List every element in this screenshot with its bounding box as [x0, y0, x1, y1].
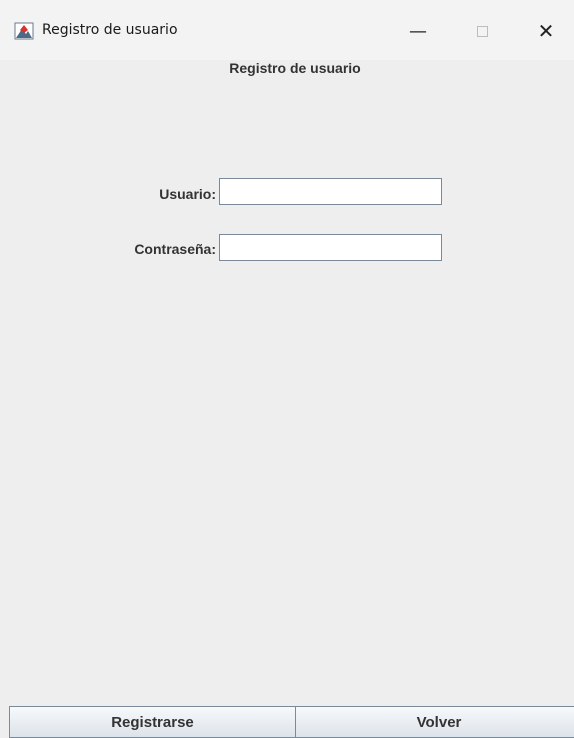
minimize-icon: —: [409, 20, 427, 42]
minimize-button[interactable]: —: [395, 14, 441, 48]
page-title: Registro de usuario: [229, 60, 361, 76]
maximize-icon: [476, 25, 488, 37]
close-icon: ✕: [537, 19, 555, 43]
java-app-icon: [14, 22, 34, 40]
app-window: Registro de usuario — ✕ Registro de usua…: [0, 0, 574, 738]
password-label: Contraseña:: [134, 241, 216, 257]
register-button[interactable]: Registrarse: [9, 706, 296, 738]
back-button[interactable]: Volver: [296, 706, 574, 738]
window-title: Registro de usuario: [42, 22, 178, 38]
action-bar: Registrarse Volver: [9, 706, 574, 738]
password-input[interactable]: [219, 234, 442, 261]
close-button[interactable]: ✕: [523, 14, 569, 48]
username-input[interactable]: [219, 178, 442, 205]
title-bar[interactable]: Registro de usuario — ✕: [0, 0, 574, 60]
username-label: Usuario:: [159, 186, 216, 202]
maximize-button[interactable]: [459, 14, 505, 48]
